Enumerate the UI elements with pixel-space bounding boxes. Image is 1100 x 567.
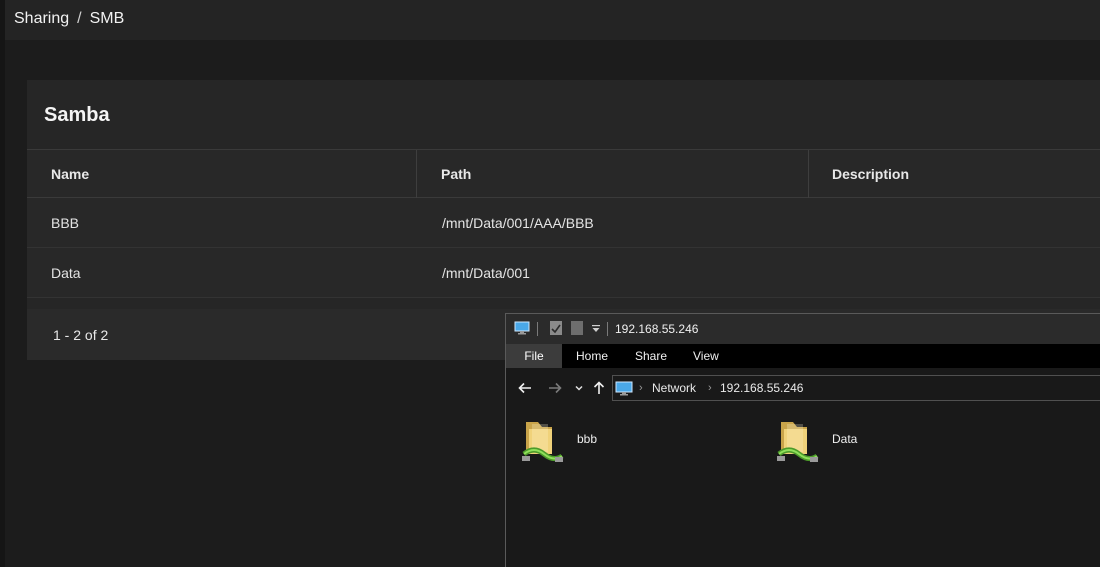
share-name: bbb	[577, 432, 598, 446]
up-button[interactable]	[590, 379, 608, 397]
breadcrumb-sharing[interactable]: Sharing	[14, 10, 69, 28]
address-segment-host[interactable]: 192.168.55.246	[720, 381, 803, 395]
tab-share[interactable]: Share	[635, 344, 667, 368]
table-header: Name Path Description	[27, 149, 1100, 198]
computer-icon	[615, 381, 633, 396]
explorer-titlebar: 192.168.55.246	[506, 314, 1100, 344]
breadcrumb-smb: SMB	[89, 10, 125, 27]
chevron-right-icon: ›	[639, 382, 643, 394]
forward-button[interactable]	[546, 379, 564, 397]
properties-icon[interactable]	[549, 320, 563, 336]
chevron-right-icon: ›	[708, 382, 712, 394]
row-path: /mnt/Data/001	[442, 264, 530, 281]
column-header-description[interactable]: Description	[809, 150, 1100, 198]
share-name: Data	[832, 432, 858, 446]
computer-icon	[514, 321, 530, 335]
window-title: 192.168.55.246	[615, 322, 699, 336]
tab-view[interactable]: View	[693, 344, 719, 368]
breadcrumb-separator: /	[77, 10, 82, 27]
arrow-left-icon	[518, 382, 531, 394]
arrow-up-icon	[593, 381, 605, 394]
ribbon-tabs: File Home Share View	[506, 344, 1100, 368]
explorer-window: 192.168.55.246 File Home Share View › Ne…	[505, 313, 1100, 567]
arrow-right-icon	[549, 382, 562, 394]
titlebar-divider	[537, 322, 538, 336]
side-rail	[0, 0, 5, 567]
card-title: Samba	[44, 104, 110, 126]
address-bar[interactable]: › Network › 192.168.55.246	[612, 375, 1100, 401]
navigation-bar: › Network › 192.168.55.246	[506, 368, 1100, 408]
recent-locations-button[interactable]	[570, 379, 588, 397]
new-folder-icon[interactable]	[570, 320, 584, 336]
column-header-path[interactable]: Path	[417, 150, 809, 198]
table-row[interactable]: Data /mnt/Data/001	[27, 248, 1100, 298]
network-share-folder-icon	[522, 422, 564, 462]
row-name: Data	[51, 264, 81, 281]
breadcrumb: Sharing / SMB	[14, 10, 124, 28]
tab-file[interactable]: File	[506, 344, 562, 368]
customize-toolbar-icon[interactable]	[591, 324, 601, 334]
pagination-range: 1 - 2 of 2	[53, 327, 109, 343]
share-item-bbb[interactable]: bbb	[506, 416, 756, 466]
titlebar-divider	[607, 322, 608, 336]
column-header-name[interactable]: Name	[27, 150, 417, 198]
top-bar: Sharing / SMB	[5, 0, 1100, 40]
file-list: bbb Data	[506, 408, 1100, 567]
row-name: BBB	[51, 214, 80, 231]
network-share-folder-icon	[777, 422, 819, 462]
back-button[interactable]	[516, 379, 534, 397]
address-segment-network[interactable]: Network	[652, 381, 696, 395]
tab-home[interactable]: Home	[576, 344, 608, 368]
table-row[interactable]: BBB /mnt/Data/001/AAA/BBB	[27, 198, 1100, 248]
chevron-down-icon	[575, 385, 583, 391]
share-item-data[interactable]: Data	[761, 416, 1011, 466]
row-path: /mnt/Data/001/AAA/BBB	[442, 214, 594, 231]
